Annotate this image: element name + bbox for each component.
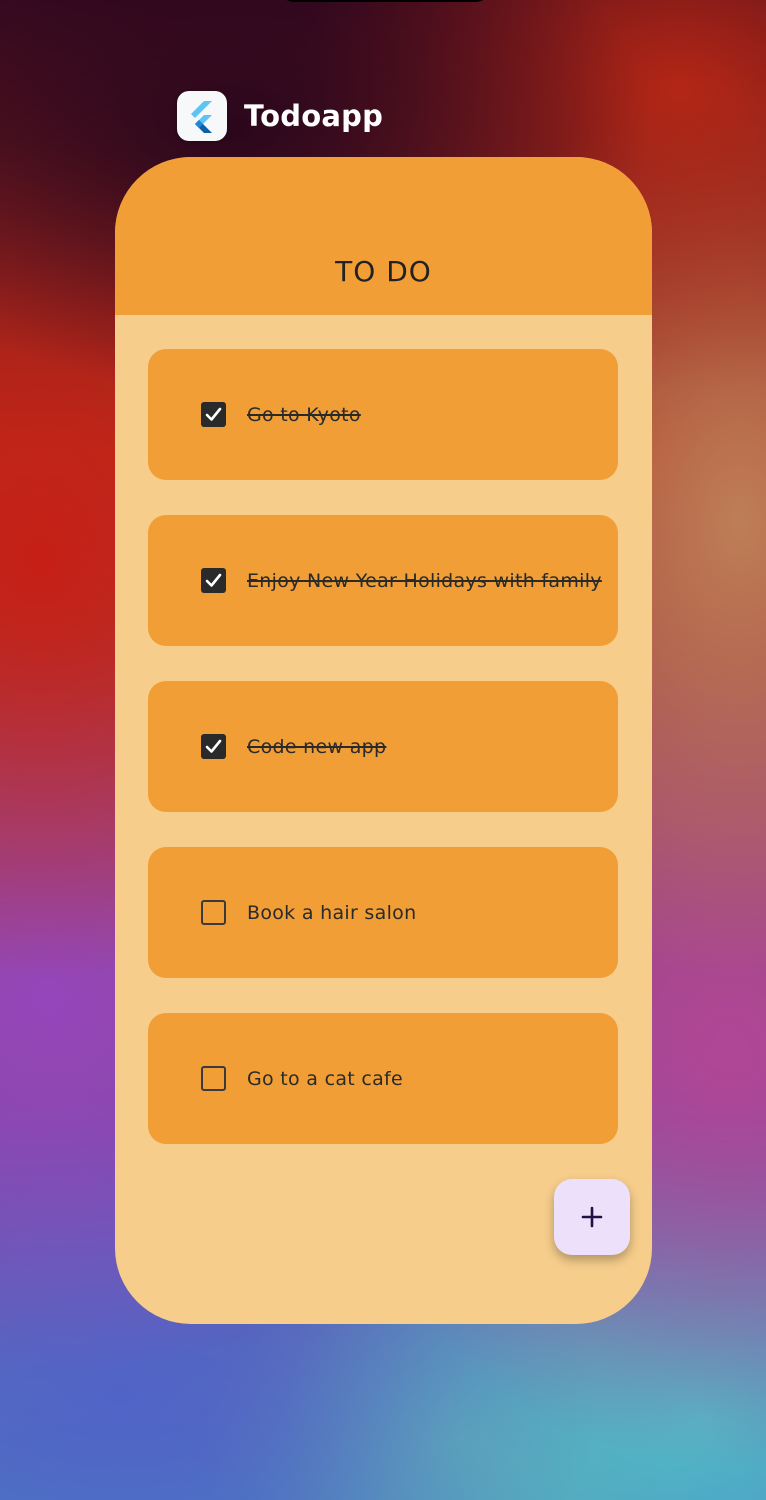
dynamic-island xyxy=(280,0,490,2)
todo-checkbox[interactable] xyxy=(201,900,226,925)
todo-item[interactable]: Enjoy New Year Holidays with family xyxy=(148,515,618,646)
todo-item[interactable]: Go to Kyoto xyxy=(148,349,618,480)
todo-text: Go to Kyoto xyxy=(247,403,361,426)
todo-checkbox[interactable] xyxy=(201,734,226,759)
todo-item[interactable]: Go to a cat cafe xyxy=(148,1013,618,1144)
app-switcher-label[interactable]: Todoapp xyxy=(177,90,383,142)
todo-text: Go to a cat cafe xyxy=(247,1067,404,1090)
flutter-logo-icon xyxy=(177,91,227,141)
checkmark-icon xyxy=(205,739,222,753)
todo-checkbox[interactable] xyxy=(201,1066,226,1091)
todo-list: Go to Kyoto Enjoy New Year Holidays with… xyxy=(148,349,618,1179)
plus-icon xyxy=(581,1206,603,1228)
checkmark-icon xyxy=(205,407,222,421)
checkmark-icon xyxy=(205,573,222,587)
app-bar: TO DO xyxy=(115,157,652,315)
todo-text: Book a hair salon xyxy=(247,901,417,924)
ios-app-switcher: Todoapp TO DO Go to Kyoto Enjoy New Year… xyxy=(0,0,766,1500)
add-todo-button[interactable] xyxy=(554,1179,630,1255)
todo-checkbox[interactable] xyxy=(201,568,226,593)
todo-text: Code new app xyxy=(247,735,387,758)
todo-checkbox[interactable] xyxy=(201,402,226,427)
todo-text: Enjoy New Year Holidays with family xyxy=(247,569,602,592)
app-name: Todoapp xyxy=(244,99,384,133)
todo-item[interactable]: Code new app xyxy=(148,681,618,812)
app-card[interactable]: TO DO Go to Kyoto Enjoy New Year Holiday… xyxy=(115,157,652,1324)
page-title: TO DO xyxy=(335,255,432,288)
todo-item[interactable]: Book a hair salon xyxy=(148,847,618,978)
